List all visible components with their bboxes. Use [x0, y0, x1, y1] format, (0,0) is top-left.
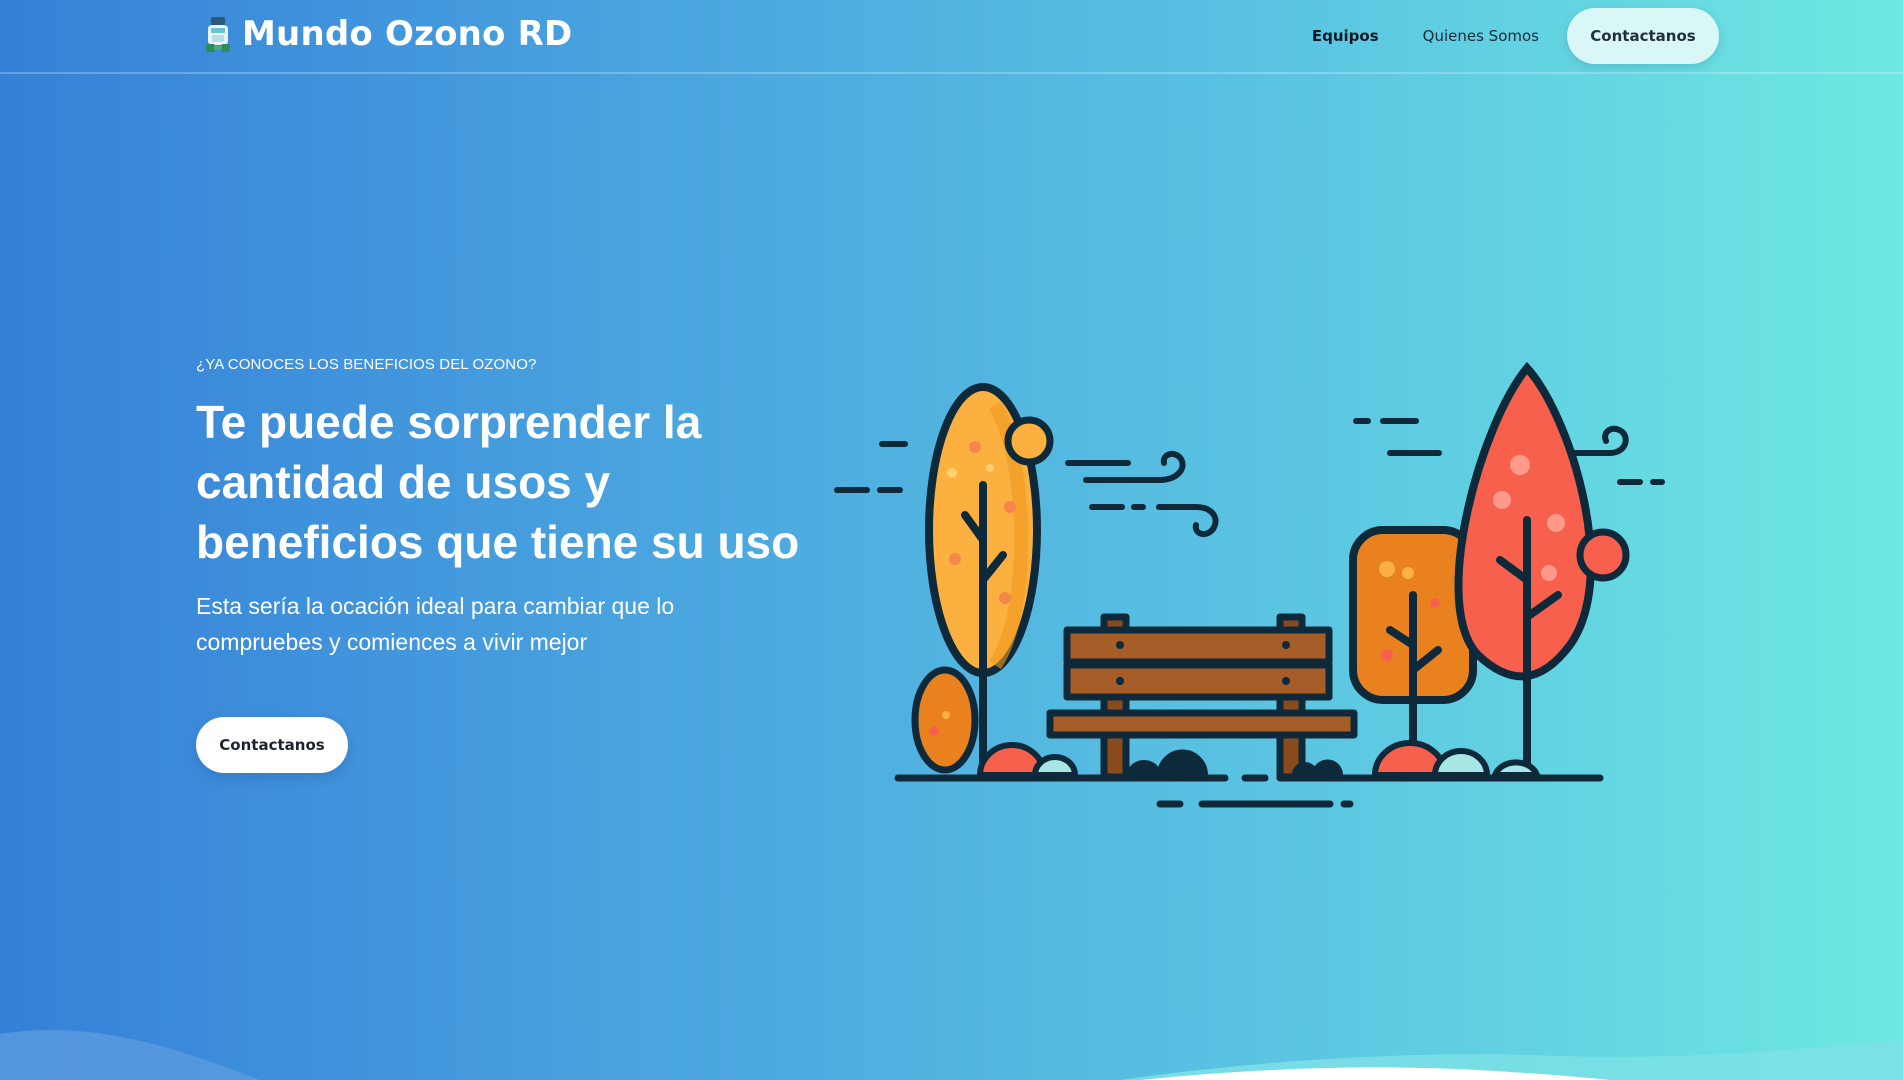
- bottom-waves: [0, 1030, 1903, 1080]
- park-bench-illustration: [834, 361, 1665, 808]
- top-navbar: Mundo Ozono RD Equipos Quienes Somos Con…: [0, 0, 1903, 74]
- ozone-generator-icon: [206, 17, 230, 52]
- ground-lines: [894, 774, 1604, 808]
- ground-bushes: [976, 740, 1542, 778]
- nav-contact-button[interactable]: Contactanos: [1567, 8, 1719, 64]
- tree-red: [1454, 361, 1630, 777]
- bush-small-orange: [911, 666, 979, 774]
- park-bench: [1046, 613, 1358, 781]
- nav-link-quienes-somos[interactable]: Quienes Somos: [1401, 27, 1561, 45]
- brand-link[interactable]: Mundo Ozono RD: [202, 14, 572, 54]
- nav-links: Equipos Quienes Somos Contactanos: [1290, 8, 1719, 64]
- nav-link-equipos[interactable]: Equipos: [1290, 27, 1401, 45]
- brand-name: Mundo Ozono RD: [242, 14, 573, 54]
- hero-eyebrow: ¿YA CONOCES LOS BENEFICIOS DEL OZONO?: [196, 356, 537, 373]
- hero-contact-button[interactable]: Contactanos: [196, 717, 348, 773]
- hero-title: Te puede sorprender la cantidad de usos …: [196, 396, 800, 568]
- tree-orange-square: [1349, 526, 1477, 777]
- hero-subtitle: Esta sería la ocación ideal para cambiar…: [196, 593, 675, 655]
